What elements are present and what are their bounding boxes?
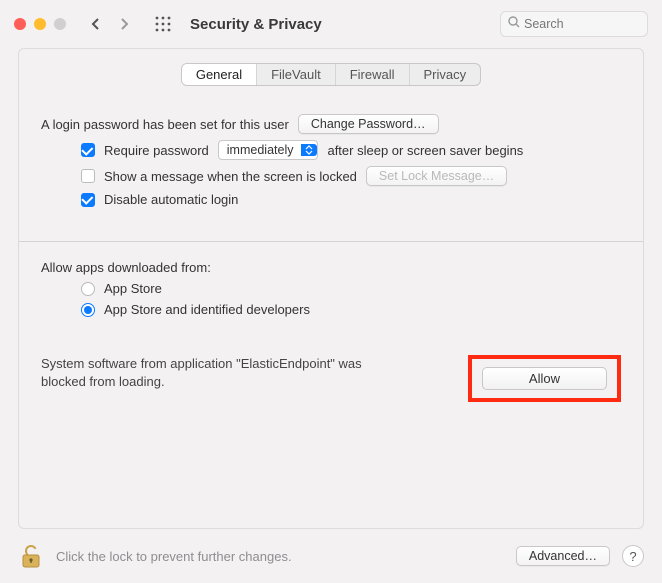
login-password-section: A login password has been set for this u… bbox=[41, 108, 621, 207]
require-password-delay-popup[interactable]: immediately bbox=[218, 140, 319, 160]
stepper-icon bbox=[301, 144, 317, 156]
allow-apps-header: Allow apps downloaded from: bbox=[41, 260, 621, 275]
disable-auto-login-checkbox[interactable] bbox=[81, 193, 95, 207]
advanced-button[interactable]: Advanced… bbox=[516, 546, 610, 566]
login-password-text: A login password has been set for this u… bbox=[41, 117, 289, 132]
show-all-icon[interactable] bbox=[152, 13, 174, 35]
content-area: General FileVault Firewall Privacy A log… bbox=[0, 48, 662, 529]
tab-general[interactable]: General bbox=[182, 64, 257, 85]
set-lock-message-button[interactable]: Set Lock Message… bbox=[366, 166, 507, 186]
require-password-suffix: after sleep or screen saver begins bbox=[327, 143, 523, 158]
page-title: Security & Privacy bbox=[190, 16, 322, 33]
help-button[interactable]: ? bbox=[622, 545, 644, 567]
window-controls bbox=[14, 18, 66, 30]
tab-bar: General FileVault Firewall Privacy bbox=[181, 63, 481, 86]
require-password-delay-value: immediately bbox=[219, 141, 302, 159]
show-message-checkbox[interactable] bbox=[81, 169, 95, 183]
lock-text: Click the lock to prevent further change… bbox=[56, 549, 292, 564]
disable-auto-login-label: Disable automatic login bbox=[104, 192, 238, 207]
allow-button[interactable]: Allow bbox=[482, 367, 607, 390]
show-message-label: Show a message when the screen is locked bbox=[104, 169, 357, 184]
search-icon bbox=[508, 15, 520, 33]
change-password-button[interactable]: Change Password… bbox=[298, 114, 439, 134]
blocked-software-row: System software from application "Elasti… bbox=[41, 355, 621, 402]
tab-firewall[interactable]: Firewall bbox=[336, 64, 410, 85]
allow-identified-radio[interactable] bbox=[81, 303, 95, 317]
close-window-button[interactable] bbox=[14, 18, 26, 30]
allow-highlight: Allow bbox=[468, 355, 621, 402]
allow-appstore-label: App Store bbox=[104, 281, 162, 296]
tab-filevault[interactable]: FileVault bbox=[257, 64, 336, 85]
blocked-software-text: System software from application "Elasti… bbox=[41, 355, 401, 390]
forward-button[interactable] bbox=[112, 12, 136, 36]
allow-appstore-radio[interactable] bbox=[81, 282, 95, 296]
lock-icon[interactable] bbox=[18, 541, 44, 571]
back-button[interactable] bbox=[84, 12, 108, 36]
titlebar: Security & Privacy bbox=[0, 0, 662, 48]
require-password-prefix: Require password bbox=[104, 143, 209, 158]
preferences-window: Security & Privacy General FileVault Fir… bbox=[0, 0, 662, 583]
divider bbox=[19, 241, 643, 242]
allow-identified-label: App Store and identified developers bbox=[104, 302, 310, 317]
general-panel: General FileVault Firewall Privacy A log… bbox=[18, 48, 644, 529]
require-password-checkbox[interactable] bbox=[81, 143, 95, 157]
footer: Click the lock to prevent further change… bbox=[0, 529, 662, 583]
minimize-window-button[interactable] bbox=[34, 18, 46, 30]
search-input[interactable] bbox=[524, 17, 662, 31]
nav-buttons bbox=[84, 12, 136, 36]
zoom-window-button[interactable] bbox=[54, 18, 66, 30]
tab-privacy[interactable]: Privacy bbox=[410, 64, 481, 85]
search-field[interactable] bbox=[500, 11, 648, 37]
